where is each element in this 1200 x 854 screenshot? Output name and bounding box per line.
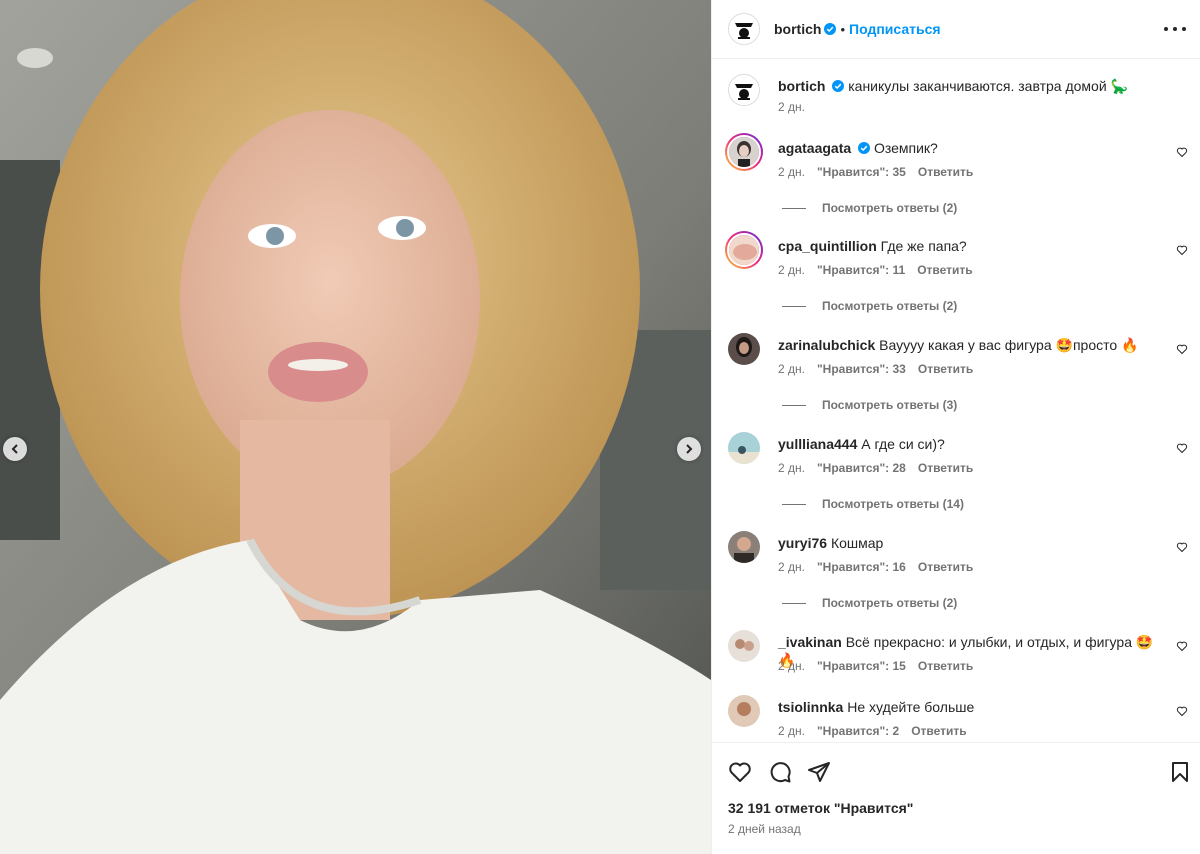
comment-text: Не худейте больше xyxy=(847,699,975,715)
comment-username[interactable]: cpa_quintillion xyxy=(778,238,877,254)
comments-list[interactable]: bortich каникулы заканчиваются. завтра д… xyxy=(712,60,1200,742)
comment-time: 2 дн. xyxy=(778,560,805,574)
comment-icon[interactable] xyxy=(768,760,792,784)
comment-text: Оземпик? xyxy=(873,140,938,156)
verified-icon xyxy=(824,23,837,35)
view-replies-button[interactable]: Посмотреть ответы (2) xyxy=(778,201,957,215)
more-options-icon[interactable] xyxy=(1164,20,1186,38)
next-photo-button[interactable] xyxy=(677,437,701,461)
comment-heart-icon[interactable] xyxy=(1176,343,1188,355)
view-replies-label: Посмотреть ответы (2) xyxy=(822,299,958,313)
comment-meta: 2 дн. "Нравится": 11 Ответить xyxy=(778,263,985,277)
post-date: 2 дней назад xyxy=(728,822,801,836)
comment-heart-icon[interactable] xyxy=(1176,541,1188,553)
follow-button[interactable]: Подписаться xyxy=(849,21,941,37)
caption-text-block: bortich каникулы заканчиваются. завтра д… xyxy=(778,77,1158,95)
comment-heart-icon[interactable] xyxy=(1176,244,1188,256)
comment-likes[interactable]: "Нравится": 15 xyxy=(817,659,906,673)
comment-username[interactable]: yuryi76 xyxy=(778,535,827,551)
comment-time: 2 дн. xyxy=(778,659,805,673)
comment-time: 2 дн. xyxy=(778,362,805,376)
comment-text: Вауууу какая у вас фигура 🤩просто 🔥 xyxy=(879,337,1139,353)
share-icon[interactable] xyxy=(807,760,831,784)
view-replies-button[interactable]: Посмотреть ответы (2) xyxy=(778,596,957,610)
post-actions: 32 191 отметок "Нравится" 2 дней назад xyxy=(712,742,1200,836)
view-replies-label: Посмотреть ответы (14) xyxy=(822,497,964,511)
view-replies-label: Посмотреть ответы (3) xyxy=(822,398,958,412)
author-username[interactable]: bortich xyxy=(774,21,821,37)
reply-button[interactable]: Ответить xyxy=(911,724,966,738)
reply-button[interactable]: Ответить xyxy=(918,659,973,673)
comment-text: Где же папа? xyxy=(880,238,967,254)
comment-avatar[interactable] xyxy=(725,231,763,269)
author-avatar[interactable] xyxy=(728,13,760,45)
comment-avatar[interactable] xyxy=(725,133,763,171)
caption-meta: 2 дн. xyxy=(778,100,817,114)
caption-username[interactable]: bortich xyxy=(778,78,825,94)
comment-time: 2 дн. xyxy=(778,724,805,738)
previous-photo-button[interactable] xyxy=(3,437,27,461)
view-replies-button[interactable]: Посмотреть ответы (2) xyxy=(778,299,957,313)
comment-likes[interactable]: "Нравится": 16 xyxy=(817,560,906,574)
comment-likes[interactable]: "Нравится": 33 xyxy=(817,362,906,376)
view-replies-label: Посмотреть ответы (2) xyxy=(822,596,958,610)
comment-heart-icon[interactable] xyxy=(1176,442,1188,454)
chevron-right-icon xyxy=(686,444,693,454)
comment-time: 2 дн. xyxy=(778,461,805,475)
reply-button[interactable]: Ответить xyxy=(918,461,973,475)
comment-text: А где си си)? xyxy=(861,436,945,452)
reply-button[interactable]: Ответить xyxy=(918,165,973,179)
comment-avatar[interactable] xyxy=(728,630,760,662)
reply-button[interactable]: Ответить xyxy=(918,362,973,376)
caption-time: 2 дн. xyxy=(778,100,805,114)
comment-avatar[interactable] xyxy=(728,531,760,563)
view-replies-button[interactable]: Посмотреть ответы (3) xyxy=(778,398,957,412)
comment-meta: 2 дн. "Нравится": 33 Ответить xyxy=(778,362,985,376)
likes-count[interactable]: 32 191 отметок "Нравится" xyxy=(728,800,913,816)
author-avatar[interactable] xyxy=(728,74,760,106)
bookmark-icon[interactable] xyxy=(1168,760,1192,784)
comment-avatar[interactable] xyxy=(728,695,760,727)
reply-button[interactable]: Ответить xyxy=(917,263,972,277)
like-heart-icon[interactable] xyxy=(728,760,752,784)
post-header: bortich • Подписаться xyxy=(712,0,1200,59)
comment-meta: 2 дн. "Нравится": 28 Ответить xyxy=(778,461,985,475)
comment-likes[interactable]: "Нравится": 2 xyxy=(817,724,899,738)
verified-icon xyxy=(832,80,845,92)
comment-avatar[interactable] xyxy=(728,333,760,365)
reply-button[interactable]: Ответить xyxy=(918,560,973,574)
post-media xyxy=(0,0,711,854)
comment-likes[interactable]: "Нравится": 11 xyxy=(817,263,905,277)
comment-time: 2 дн. xyxy=(778,263,805,277)
comment-avatar[interactable] xyxy=(728,432,760,464)
comment-username[interactable]: zarinalubchick xyxy=(778,337,875,353)
view-replies-button[interactable]: Посмотреть ответы (14) xyxy=(778,497,964,511)
comment-heart-icon[interactable] xyxy=(1176,146,1188,158)
comment-time: 2 дн. xyxy=(778,165,805,179)
separator-dot: • xyxy=(840,21,846,37)
verified-icon xyxy=(858,142,871,154)
post-side-panel: bortich • Подписаться bortich каникулы з… xyxy=(711,0,1200,854)
comment-username[interactable]: yullliana444 xyxy=(778,436,857,452)
comment-heart-icon[interactable] xyxy=(1176,705,1188,717)
post-photo xyxy=(0,0,711,854)
view-replies-label: Посмотреть ответы (2) xyxy=(822,201,958,215)
comment-meta: 2 дн. "Нравится": 35 Ответить xyxy=(778,165,985,179)
comment-text: Кошмар xyxy=(830,535,884,551)
caption-text: каникулы заканчиваются. завтра домой 🦕 xyxy=(848,78,1128,94)
comment-username[interactable]: _ivakinan xyxy=(778,634,842,650)
comment-username[interactable]: tsiolinnka xyxy=(778,699,843,715)
comment-meta: 2 дн. "Нравится": 16 Ответить xyxy=(778,560,985,574)
chevron-left-icon xyxy=(11,444,18,454)
comment-meta: 2 дн. "Нравится": 15 Ответить xyxy=(778,659,985,673)
comment-likes[interactable]: "Нравится": 35 xyxy=(817,165,906,179)
comment-likes[interactable]: "Нравится": 28 xyxy=(817,461,906,475)
comment-heart-icon[interactable] xyxy=(1176,640,1188,652)
comment-meta: 2 дн. "Нравится": 2 Ответить xyxy=(778,724,979,738)
comment-username[interactable]: agataagata xyxy=(778,140,851,156)
